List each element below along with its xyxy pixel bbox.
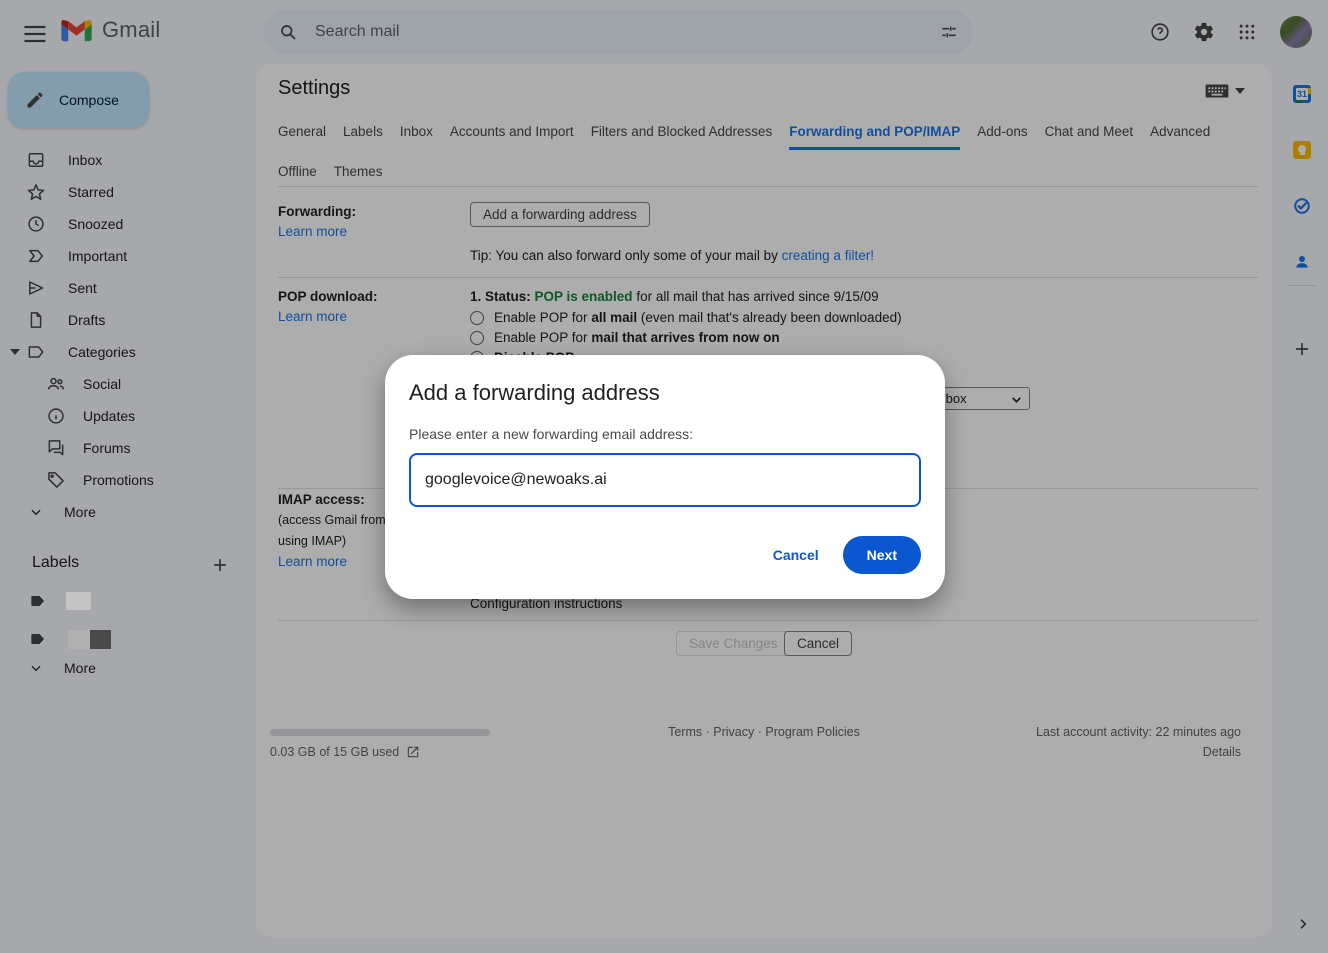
dialog-title: Add a forwarding address xyxy=(409,380,660,406)
dialog-cancel-button[interactable]: Cancel xyxy=(773,547,819,563)
add-forwarding-address-dialog: Add a forwarding address Please enter a … xyxy=(385,355,945,599)
dialog-actions: Cancel Next xyxy=(773,536,921,574)
forwarding-email-input[interactable] xyxy=(409,453,921,507)
dialog-next-button[interactable]: Next xyxy=(843,536,921,574)
redacted-label-name xyxy=(66,592,91,610)
redacted-label-name xyxy=(90,630,111,649)
redacted-label-name xyxy=(68,630,90,649)
dialog-prompt: Please enter a new forwarding email addr… xyxy=(409,426,693,442)
